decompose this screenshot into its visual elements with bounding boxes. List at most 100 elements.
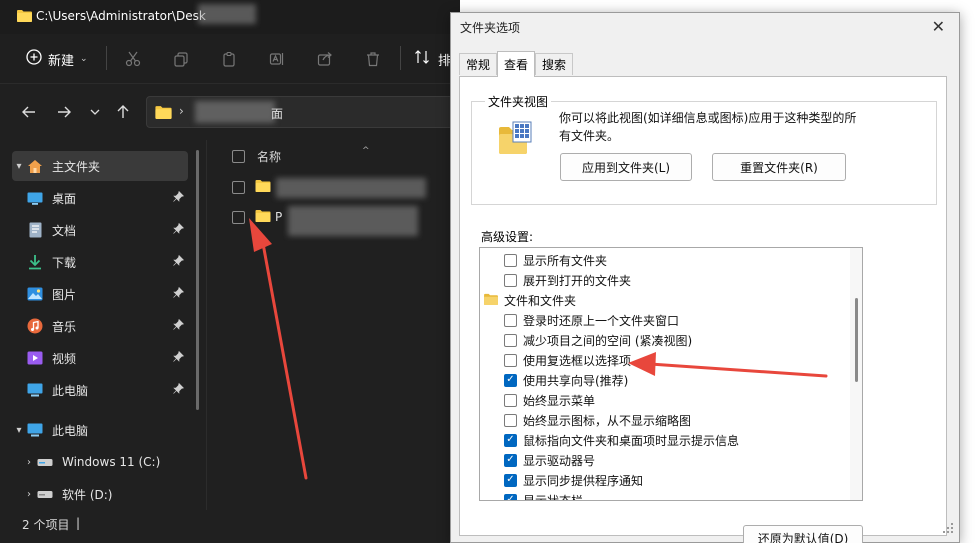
pin-icon[interactable] bbox=[173, 286, 185, 301]
up-arrow-icon[interactable] bbox=[114, 103, 132, 121]
sidebar-item-desktop[interactable]: 桌面 bbox=[12, 183, 188, 213]
setting-compact-view[interactable]: 减少项目之间的空间 (紧凑视图) bbox=[504, 330, 862, 350]
pin-icon[interactable] bbox=[173, 382, 185, 397]
restore-defaults-button[interactable]: 还原为默认值(D) bbox=[743, 525, 863, 543]
setting-label: 使用复选框以选择项 bbox=[523, 353, 632, 368]
recent-locations-chevron-icon[interactable] bbox=[86, 103, 104, 121]
expand-chevron-icon[interactable]: › bbox=[22, 489, 36, 500]
copy-icon[interactable] bbox=[170, 48, 192, 70]
window-title-path: C:\Users\Administrator\Desk bbox=[36, 9, 206, 23]
picture-icon bbox=[26, 286, 44, 302]
expand-chevron-icon[interactable]: › bbox=[22, 457, 36, 468]
setting-checkbox[interactable] bbox=[504, 253, 517, 267]
setting-checkbox[interactable] bbox=[504, 273, 517, 287]
advanced-list-scrollbar[interactable] bbox=[850, 248, 862, 500]
sort-button[interactable]: 排 bbox=[414, 49, 451, 69]
reset-folders-button[interactable]: 重置文件夹(R) bbox=[712, 153, 846, 181]
paste-icon[interactable] bbox=[218, 48, 240, 70]
new-button[interactable]: 新建 ⌄ bbox=[26, 49, 88, 69]
share-icon[interactable] bbox=[314, 48, 336, 70]
setting-checkbox[interactable] bbox=[504, 333, 517, 347]
file-row[interactable] bbox=[232, 176, 452, 198]
sidebar-scrollbar[interactable] bbox=[196, 150, 199, 410]
explorer-titlebar: C:\Users\Administrator\Desk bbox=[0, 0, 460, 34]
row-checkbox[interactable] bbox=[232, 180, 245, 194]
expand-chevron-icon[interactable]: ▾ bbox=[12, 425, 26, 436]
sidebar-item-documents[interactable]: 文档 bbox=[12, 215, 188, 245]
sidebar-item-label: 此电脑 bbox=[52, 423, 89, 438]
sort-caret-icon: ^ bbox=[362, 146, 370, 156]
setting-always-show-menus[interactable]: 始终显示菜单 bbox=[504, 390, 862, 410]
address-input[interactable]: › 面 bbox=[146, 96, 460, 128]
tab-general[interactable]: 常规 bbox=[459, 53, 498, 75]
redacted-region bbox=[276, 178, 426, 198]
sidebar-item-label: 下载 bbox=[52, 255, 77, 270]
sidebar-item-this-pc-quick[interactable]: 此电脑 bbox=[12, 375, 188, 405]
status-cursor: | bbox=[76, 516, 81, 530]
sidebar-item-drive-c[interactable]: › Windows 11 (C:) bbox=[22, 447, 198, 477]
column-header-name[interactable]: 名称 ^ bbox=[232, 146, 452, 166]
forward-arrow-icon[interactable] bbox=[55, 103, 73, 121]
setting-use-checkboxes[interactable]: 使用复选框以选择项 bbox=[504, 350, 862, 370]
setting-checkbox[interactable] bbox=[504, 493, 517, 500]
folder-view-icon bbox=[498, 121, 532, 158]
setting-label: 展开到打开的文件夹 bbox=[523, 273, 632, 288]
select-all-checkbox[interactable] bbox=[232, 149, 245, 163]
setting-checkbox[interactable] bbox=[504, 313, 517, 327]
setting-checkbox[interactable] bbox=[504, 393, 517, 407]
sidebar-item-label: 主文件夹 bbox=[52, 159, 101, 174]
dialog-title: 文件夹选项 bbox=[460, 21, 521, 35]
close-icon[interactable]: ✕ bbox=[932, 17, 945, 36]
expand-chevron-icon[interactable]: ▾ bbox=[12, 161, 26, 172]
file-list: 名称 ^ P bbox=[220, 138, 460, 518]
setting-show-status-bar[interactable]: 显示状态栏 bbox=[504, 490, 862, 500]
setting-sync-provider-notifications[interactable]: 显示同步提供程序通知 bbox=[504, 470, 862, 490]
setting-label: 显示同步提供程序通知 bbox=[523, 473, 644, 488]
setting-show-drive-letters[interactable]: 显示驱动器号 bbox=[504, 450, 862, 470]
sidebar-item-pictures[interactable]: 图片 bbox=[12, 279, 188, 309]
sidebar-item-label: 文档 bbox=[52, 223, 77, 238]
sidebar-item-drive-d[interactable]: › 软件 (D:) bbox=[22, 479, 198, 509]
tab-search[interactable]: 搜索 bbox=[535, 53, 574, 75]
setting-checkbox[interactable] bbox=[504, 433, 517, 447]
setting-checkbox[interactable] bbox=[504, 413, 517, 427]
pin-icon[interactable] bbox=[173, 350, 185, 365]
item-count: 2 个项目 bbox=[22, 518, 70, 532]
sidebar-item-home[interactable]: ▾ 主文件夹 bbox=[12, 151, 188, 181]
setting-category-label: 文件和文件夹 bbox=[504, 293, 577, 308]
cut-icon[interactable] bbox=[122, 48, 144, 70]
sidebar-item-label: Windows 11 (C:) bbox=[62, 455, 161, 469]
resize-grip-icon[interactable] bbox=[943, 522, 953, 536]
apply-to-folders-button[interactable]: 应用到文件夹(L) bbox=[560, 153, 692, 181]
setting-always-show-icons[interactable]: 始终显示图标，从不显示缩略图 bbox=[504, 410, 862, 430]
pin-icon[interactable] bbox=[173, 254, 185, 269]
scrollbar-thumb[interactable] bbox=[855, 298, 858, 382]
setting-checkbox[interactable] bbox=[504, 453, 517, 467]
sidebar-item-this-pc[interactable]: ▾ 此电脑 bbox=[12, 415, 188, 445]
setting-checkbox[interactable] bbox=[504, 353, 517, 367]
rename-icon[interactable] bbox=[266, 48, 288, 70]
back-arrow-icon[interactable] bbox=[20, 103, 38, 121]
advanced-settings-list[interactable]: 显示所有文件夹 展开到打开的文件夹 文件和文件夹 登录时还原上一个文件夹窗口 减… bbox=[479, 247, 863, 501]
setting-checkbox[interactable] bbox=[504, 373, 517, 387]
setting-label: 始终显示菜单 bbox=[523, 393, 596, 408]
setting-expand-to-open-folder[interactable]: 展开到打开的文件夹 bbox=[504, 270, 862, 290]
setting-show-all-folders[interactable]: 显示所有文件夹 bbox=[504, 250, 862, 270]
tab-view[interactable]: 查看 bbox=[497, 51, 536, 77]
setting-restore-previous-windows[interactable]: 登录时还原上一个文件夹窗口 bbox=[504, 310, 862, 330]
sidebar-item-label: 此电脑 bbox=[52, 383, 89, 398]
setting-show-popup-info[interactable]: 鼠标指向文件夹和桌面项时显示提示信息 bbox=[504, 430, 862, 450]
computer-icon bbox=[26, 422, 44, 438]
sidebar-item-music[interactable]: 音乐 bbox=[12, 311, 188, 341]
setting-sharing-wizard[interactable]: 使用共享向导(推荐) bbox=[504, 370, 862, 390]
row-checkbox[interactable] bbox=[232, 210, 245, 224]
delete-icon[interactable] bbox=[362, 48, 384, 70]
pin-icon[interactable] bbox=[173, 318, 185, 333]
pin-icon[interactable] bbox=[173, 190, 185, 205]
sidebar-item-downloads[interactable]: 下载 bbox=[12, 247, 188, 277]
sidebar-item-videos[interactable]: 视频 bbox=[12, 343, 188, 373]
setting-checkbox[interactable] bbox=[504, 473, 517, 487]
pin-icon[interactable] bbox=[173, 222, 185, 237]
file-row[interactable]: P bbox=[232, 206, 452, 236]
document-icon bbox=[26, 222, 44, 238]
